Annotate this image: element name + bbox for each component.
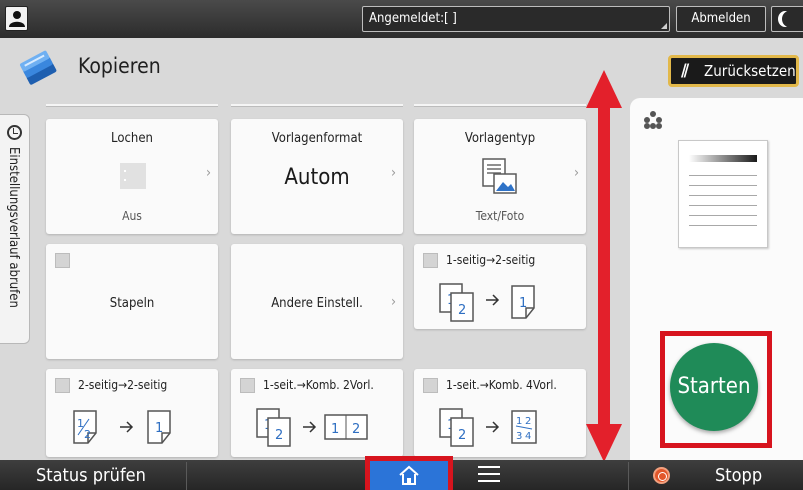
chevron-right-icon: ›: [391, 294, 397, 310]
moon-icon: [782, 11, 796, 27]
komb-2-checkbox[interactable]: [240, 378, 255, 393]
svg-text:2: 2: [525, 416, 531, 427]
combine-4-icon: 1 2 1 2 3 4: [439, 408, 537, 447]
svg-text:1: 1: [155, 421, 163, 436]
svg-text:2: 2: [275, 428, 283, 443]
page-title: Kopieren: [78, 54, 161, 78]
preview-dots-icon: [644, 111, 662, 129]
reset-button[interactable]: // Zurücksetzen: [668, 55, 799, 87]
option-label: 2-seitig→2-seitig: [78, 378, 168, 392]
tile-duplex-1-2[interactable]: 1-seitig→2-seitig 1 2 1: [414, 244, 586, 329]
scrolled-tile-edge: [414, 104, 586, 107]
login-status-field[interactable]: Angemeldet:[ ]: [362, 6, 670, 32]
menu-button[interactable]: [478, 466, 500, 484]
user-icon: [9, 11, 25, 27]
tile-andere-einstellungen[interactable]: Andere Einstell. ›: [231, 244, 403, 359]
preview-line: [689, 225, 757, 226]
preview-line: [689, 185, 757, 186]
start-button[interactable]: Starten: [670, 343, 758, 431]
tile-kombination-2[interactable]: 1-seit.→Komb. 2Vorl. 1 2 1 2: [231, 369, 403, 457]
tile-stapeln[interactable]: Stapeln: [46, 244, 218, 359]
tile-title: Vorlagenformat: [271, 131, 363, 146]
tile-value: Autom: [284, 165, 350, 190]
scroll-indicator-arrow-icon: [586, 70, 622, 462]
tile-vorlagenformat[interactable]: Vorlagenformat Autom ›: [231, 119, 403, 234]
menu-icon-bar: [478, 473, 500, 475]
tile-title: Andere Einstell.: [271, 296, 363, 311]
chevron-right-icon: ›: [391, 165, 397, 181]
check-status-button[interactable]: Status prüfen: [0, 460, 186, 490]
chevron-right-icon: ›: [206, 165, 212, 181]
login-status-text: Angemeldet:[ ]: [369, 11, 457, 26]
tile-duplex-2-2[interactable]: 2-seitig→2-seitig 1 2 1: [46, 369, 218, 457]
resize-corner-icon: [661, 23, 667, 29]
tile-title: Lochen: [111, 131, 153, 146]
divider: [628, 462, 629, 490]
option-label: 1-seitig→2-seitig: [446, 253, 536, 267]
tile-title: Stapeln: [109, 296, 155, 311]
chevron-right-icon: ›: [574, 165, 580, 181]
tile-title: Vorlagentyp: [464, 131, 536, 146]
preview-gradient-bar: [689, 155, 757, 162]
svg-text:2: 2: [458, 303, 466, 318]
tile-value: Aus: [122, 209, 142, 223]
svg-text:2: 2: [352, 422, 360, 437]
combine-2-icon: 1 2 1 2: [256, 408, 368, 447]
svg-text:3: 3: [516, 431, 522, 442]
tile-lochen[interactable]: Lochen › Aus: [46, 119, 218, 234]
divider: [186, 462, 187, 490]
tile-vorlagentyp[interactable]: Vorlagentyp › Text/Foto: [414, 119, 586, 234]
settings-history-label: Einstellungsverlauf abrufen: [6, 147, 21, 308]
preview-line: [689, 215, 757, 216]
scrolled-tile-edge: [46, 104, 218, 107]
option-label: 1-seit.→Komb. 2Vorl.: [263, 378, 374, 392]
reset-label: Zurücksetzen: [704, 62, 796, 80]
text-photo-icon: [482, 158, 517, 194]
logout-button[interactable]: Abmelden: [676, 6, 766, 32]
preview-line: [689, 205, 757, 206]
svg-text:1: 1: [516, 416, 522, 427]
svg-text:1: 1: [519, 296, 527, 311]
punch-icon: [120, 163, 146, 189]
duplex-1-to-2-icon: 1 2 1: [439, 283, 535, 322]
home-highlight-frame: [365, 456, 453, 490]
duplex-2-to-2-icon: 1 2 1: [73, 410, 171, 444]
menu-icon-bar: [478, 480, 500, 482]
tile-value: Text/Foto: [475, 209, 525, 223]
user-button[interactable]: [5, 6, 28, 31]
preview-line: [689, 175, 757, 176]
menu-icon-bar: [478, 466, 500, 468]
svg-text:4: 4: [525, 431, 531, 442]
reset-icon: //: [681, 61, 689, 81]
energy-saver-button[interactable]: [771, 6, 803, 32]
copy-app-icon: [20, 50, 57, 85]
option-label: 1-seit.→Komb. 4Vorl.: [446, 378, 557, 392]
duplex-1-2-checkbox[interactable]: [423, 253, 438, 268]
preview-line: [689, 195, 757, 196]
stop-icon: [653, 467, 670, 484]
settings-history-tab[interactable]: Einstellungsverlauf abrufen: [0, 114, 30, 344]
paper-preview: [678, 140, 768, 248]
svg-text:2: 2: [458, 428, 466, 443]
scrolled-tile-edge: [231, 104, 403, 107]
duplex-2-2-checkbox[interactable]: [55, 378, 70, 393]
svg-text:2: 2: [84, 428, 91, 441]
clock-icon: [7, 125, 22, 140]
tile-kombination-4[interactable]: 1-seit.→Komb. 4Vorl. 1 2 1 2 3 4: [414, 369, 586, 457]
svg-text:1: 1: [331, 422, 339, 437]
komb-4-checkbox[interactable]: [423, 378, 438, 393]
stapeln-checkbox[interactable]: [55, 253, 70, 268]
